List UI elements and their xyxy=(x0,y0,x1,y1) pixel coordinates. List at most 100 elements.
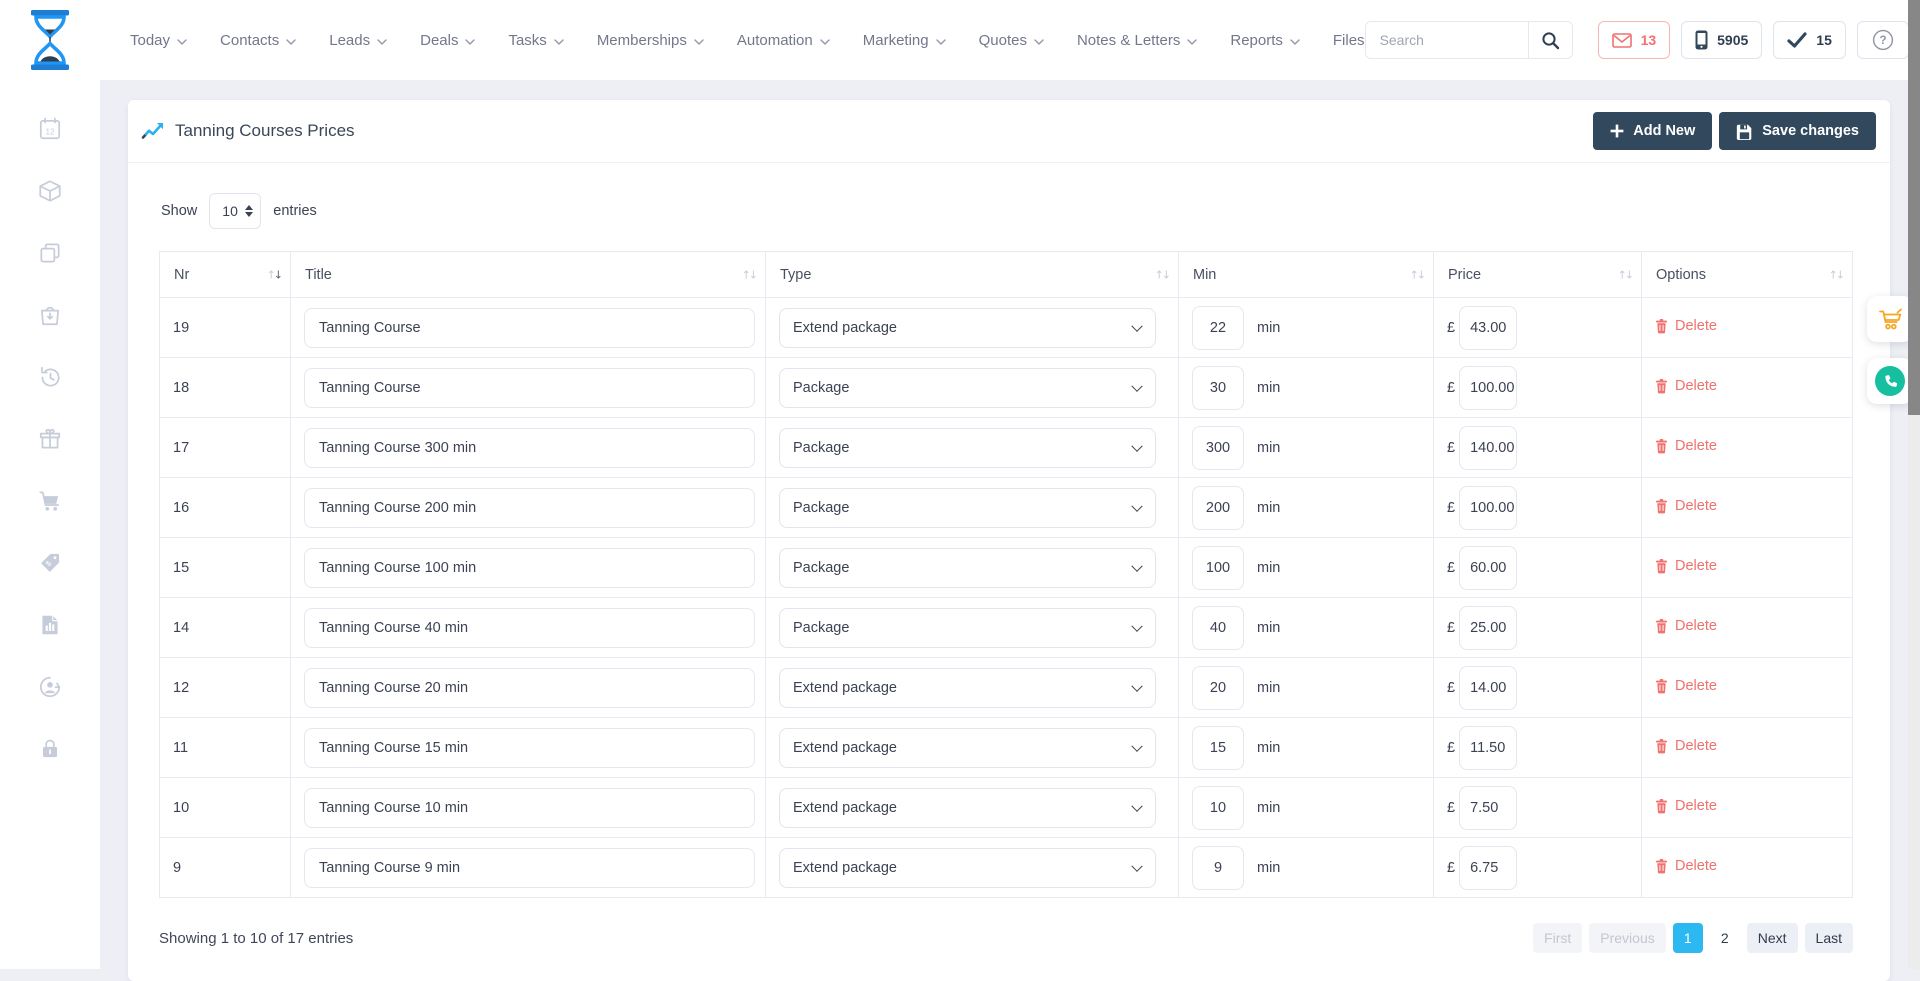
calls-badge[interactable]: 5905 xyxy=(1681,21,1762,59)
sidebar-item-duplicate[interactable] xyxy=(37,240,63,266)
min-input[interactable] xyxy=(1192,486,1244,530)
price-input[interactable] xyxy=(1459,846,1517,890)
tasks-badge[interactable]: 15 xyxy=(1773,21,1846,59)
row-number: 16 xyxy=(160,478,291,538)
title-input[interactable] xyxy=(304,488,755,528)
min-input[interactable] xyxy=(1192,546,1244,590)
delete-button[interactable]: Delete xyxy=(1655,738,1717,754)
title-input[interactable] xyxy=(304,368,755,408)
price-input[interactable] xyxy=(1459,366,1517,410)
sidebar-item-shopping-bag[interactable] xyxy=(37,302,63,328)
delete-button[interactable]: Delete xyxy=(1655,618,1717,634)
page-button[interactable]: Next xyxy=(1747,923,1798,953)
scrollbar-thumb[interactable] xyxy=(1908,0,1920,415)
type-select[interactable]: Package xyxy=(779,488,1156,528)
type-select[interactable]: Package xyxy=(779,548,1156,588)
nav-item[interactable]: Marketing xyxy=(863,32,946,49)
title-input[interactable] xyxy=(304,668,755,708)
type-select[interactable]: Package xyxy=(779,428,1156,468)
min-input[interactable] xyxy=(1192,666,1244,710)
delete-button[interactable]: Delete xyxy=(1655,858,1717,874)
min-input[interactable] xyxy=(1192,306,1244,350)
delete-button[interactable]: Delete xyxy=(1655,378,1717,394)
nav-item[interactable]: Contacts xyxy=(220,32,296,49)
sidebar-item-prices[interactable]: $ xyxy=(37,550,63,576)
type-select[interactable]: Extend package xyxy=(779,788,1156,828)
sidebar-item-history[interactable] xyxy=(37,364,63,390)
column-header[interactable]: Type ↑↓ xyxy=(766,252,1179,298)
price-input[interactable] xyxy=(1459,486,1517,530)
scrollbar[interactable] xyxy=(1908,0,1920,969)
title-input[interactable] xyxy=(304,428,755,468)
min-input[interactable] xyxy=(1192,606,1244,650)
column-header[interactable]: Options ↑↓ xyxy=(1642,252,1853,298)
title-input[interactable] xyxy=(304,788,755,828)
search-button[interactable] xyxy=(1528,22,1572,58)
sidebar-item-accounts[interactable] xyxy=(37,674,63,700)
page-button[interactable]: Previous xyxy=(1589,923,1665,953)
sidebar-item-packages[interactable] xyxy=(37,178,63,204)
column-header[interactable]: Price ↑↓ xyxy=(1434,252,1642,298)
help-button[interactable]: ? xyxy=(1857,21,1909,59)
delete-button[interactable]: Delete xyxy=(1655,798,1717,814)
app-logo[interactable] xyxy=(27,9,73,71)
min-input[interactable] xyxy=(1192,426,1244,470)
price-input[interactable] xyxy=(1459,666,1517,710)
price-input[interactable] xyxy=(1459,606,1517,650)
page-length-select[interactable]: 10 xyxy=(209,193,261,229)
delete-button[interactable]: Delete xyxy=(1655,678,1717,694)
phone-widget[interactable] xyxy=(1867,358,1913,404)
title-input[interactable] xyxy=(304,848,755,888)
nav-item[interactable]: Leads xyxy=(329,32,387,49)
nav-item[interactable]: Memberships xyxy=(597,32,704,49)
sidebar-item-cart[interactable] xyxy=(37,488,63,514)
title-input[interactable] xyxy=(304,548,755,588)
type-select[interactable]: Extend package xyxy=(779,848,1156,888)
nav-item[interactable]: Files xyxy=(1333,32,1365,49)
nav-item[interactable]: Today xyxy=(130,32,187,49)
type-select[interactable]: Extend package xyxy=(779,308,1156,348)
min-input[interactable] xyxy=(1192,786,1244,830)
nav-item[interactable]: Notes & Letters xyxy=(1077,32,1197,49)
column-header[interactable]: Min ↑↓ xyxy=(1179,252,1434,298)
search-input[interactable] xyxy=(1366,22,1528,58)
type-select[interactable]: Package xyxy=(779,368,1156,408)
title-input[interactable] xyxy=(304,308,755,348)
column-header[interactable]: Title ↑↓ xyxy=(291,252,766,298)
price-input[interactable] xyxy=(1459,726,1517,770)
page-button[interactable]: 2 xyxy=(1710,923,1740,953)
min-input[interactable] xyxy=(1192,726,1244,770)
nav-item[interactable]: Reports xyxy=(1230,32,1300,49)
min-input[interactable] xyxy=(1192,366,1244,410)
sidebar-item-calendar[interactable]: 12 xyxy=(37,116,63,142)
nav-item[interactable]: Automation xyxy=(737,32,830,49)
delete-button[interactable]: Delete xyxy=(1655,438,1717,454)
title-input[interactable] xyxy=(304,608,755,648)
page-button[interactable]: Last xyxy=(1805,923,1853,953)
title-input[interactable] xyxy=(304,728,755,768)
sidebar-item-security[interactable] xyxy=(37,736,63,762)
min-input[interactable] xyxy=(1192,846,1244,890)
delete-button[interactable]: Delete xyxy=(1655,318,1717,334)
type-select[interactable]: Package xyxy=(779,608,1156,648)
messages-badge[interactable]: 13 xyxy=(1598,21,1671,59)
delete-button[interactable]: Delete xyxy=(1655,498,1717,514)
nav-item[interactable]: Quotes xyxy=(979,32,1044,49)
page-button[interactable]: First xyxy=(1533,923,1582,953)
price-input[interactable] xyxy=(1459,426,1517,470)
price-input[interactable] xyxy=(1459,786,1517,830)
price-input[interactable] xyxy=(1459,546,1517,590)
type-select[interactable]: Extend package xyxy=(779,668,1156,708)
type-select[interactable]: Extend package xyxy=(779,728,1156,768)
nav-item[interactable]: Tasks xyxy=(508,32,563,49)
sidebar-item-gifts[interactable] xyxy=(37,426,63,452)
column-header[interactable]: Nr ↑↓ xyxy=(160,252,291,298)
add-new-button[interactable]: Add New xyxy=(1593,112,1712,150)
cart-widget[interactable] xyxy=(1867,296,1913,342)
price-input[interactable] xyxy=(1459,306,1517,350)
nav-item[interactable]: Deals xyxy=(420,32,475,49)
save-changes-button[interactable]: Save changes xyxy=(1719,112,1876,150)
sidebar-item-reports[interactable] xyxy=(37,612,63,638)
page-button[interactable]: 1 xyxy=(1673,923,1703,953)
delete-button[interactable]: Delete xyxy=(1655,558,1717,574)
